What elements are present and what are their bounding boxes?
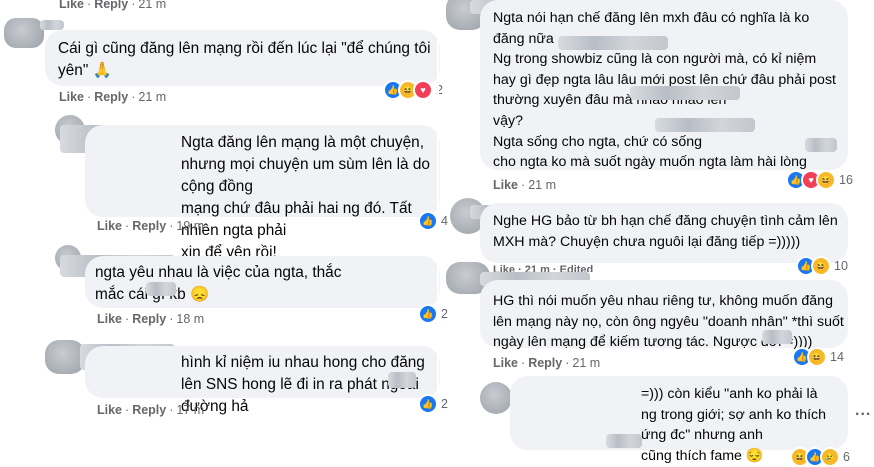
reply-link[interactable]: Reply — [94, 0, 128, 11]
comment-text: Ngta đăng lên mạng là một chuyện, nhưng … — [181, 134, 430, 261]
like-reaction-icon: 👍 — [418, 211, 438, 231]
redacted-text — [388, 372, 416, 388]
haha-reaction-icon: 😆 — [816, 170, 836, 190]
avatar[interactable] — [45, 340, 85, 374]
timestamp: 18 m — [176, 312, 205, 326]
separator: · — [169, 403, 174, 417]
comment-bubble: Ngta nói hạn chế đăng lên mxh đâu có ngh… — [480, 0, 848, 170]
haha-reaction-icon: 😆 — [807, 347, 827, 367]
meta-text: Like · 21 m · Edited — [493, 264, 594, 272]
like-link[interactable]: Like — [59, 90, 84, 104]
reaction-summary[interactable]: 👍 2 — [418, 304, 448, 324]
redacted-text — [630, 86, 740, 100]
comment-bubble: Cái gì cũng đăng lên mạng rồi đến lúc lạ… — [45, 30, 440, 86]
comment-bubble: HG thì nói muốn yêu nhau riêng tư, không… — [480, 280, 848, 350]
comment-bubble: hình kỉ niệm iu nhau hong cho đăng lên S… — [85, 346, 440, 415]
comment-text: HG thì nói muốn yêu nhau riêng tư, không… — [493, 293, 844, 351]
reaction-summary[interactable]: 👍 😆 10 — [796, 256, 848, 276]
reaction-summary[interactable]: 👍 😆 ♥ 2 — [383, 80, 443, 100]
like-link[interactable]: Like — [493, 356, 518, 370]
separator: · — [521, 178, 526, 192]
redacted-text — [558, 36, 668, 50]
reply-link[interactable]: Reply — [94, 90, 128, 104]
reaction-count: 10 — [834, 259, 848, 273]
redacted-text — [146, 282, 176, 296]
like-link[interactable]: Like — [493, 178, 518, 192]
separator: · — [125, 219, 130, 233]
separator: · — [87, 0, 92, 11]
reaction-count: 2 — [441, 397, 448, 411]
reaction-count: 16 — [839, 173, 853, 187]
timestamp: 21 m — [572, 356, 601, 370]
comment-text: Cái gì cũng đăng lên mạng rồi đến lúc lạ… — [58, 40, 431, 79]
panel-divider — [437, 0, 439, 464]
like-link[interactable]: Like — [97, 403, 122, 417]
timestamp: 21 m — [138, 90, 167, 104]
separator: · — [125, 312, 130, 326]
comment-meta: Like · Reply · 17 m — [97, 403, 204, 417]
comment-bubble: Nghe HG bảo từ bh hạn chế đăng chuyện tì… — [480, 203, 848, 263]
avatar[interactable] — [480, 382, 512, 414]
comment-meta: Like · Reply · 18 m — [97, 312, 204, 326]
sad-reaction-icon: 😢 — [820, 447, 840, 467]
timestamp: 21 m — [528, 178, 556, 192]
comment-text: Nghe HG bảo từ bh hạn chế đăng chuyện tì… — [493, 213, 838, 250]
reaction-summary[interactable]: 👍 ♥ 😆 16 — [786, 170, 853, 190]
redacted-text — [762, 330, 792, 344]
like-reaction-icon: 👍 — [418, 304, 438, 324]
redacted-text — [655, 118, 755, 132]
timestamp: 21 m — [138, 0, 167, 11]
separator: · — [131, 0, 136, 11]
comment-bubble: ngta yêu nhau là việc của ngta, thắc mắc… — [85, 256, 440, 308]
reaction-count: 2 — [441, 307, 448, 321]
redacted-text — [805, 138, 837, 152]
comment-bubble: Ngta đăng lên mạng là một chuyện, nhưng … — [85, 125, 440, 261]
like-link[interactable]: Like — [97, 312, 122, 326]
reaction-summary[interactable]: 👍 4 — [418, 211, 448, 231]
love-reaction-icon: ♥ — [413, 80, 433, 100]
separator: · — [131, 90, 136, 104]
comment-meta: Like · 21 m — [493, 178, 556, 192]
reply-link[interactable]: Reply — [132, 403, 166, 417]
separator: · — [521, 356, 526, 370]
timestamp: 19 m — [176, 219, 205, 233]
avatar[interactable] — [4, 18, 44, 48]
reply-link[interactable]: Reply — [132, 219, 166, 233]
like-reaction-icon: 👍 — [418, 394, 438, 414]
redacted-text — [606, 434, 642, 448]
reply-link[interactable]: Reply — [132, 312, 166, 326]
haha-reaction-icon: 😆 — [811, 256, 831, 276]
separator: · — [169, 219, 174, 233]
like-link[interactable]: Like — [59, 0, 84, 11]
comment-meta: Like · Reply · 21 m — [493, 356, 600, 370]
username-redacted — [40, 20, 64, 30]
comment-meta: Like · Reply · 19 m — [97, 219, 204, 233]
reaction-summary[interactable]: 😆 👍 😢 6 — [790, 447, 850, 467]
reply-link[interactable]: Reply — [528, 356, 562, 370]
separator: · — [87, 90, 92, 104]
separator: · — [169, 312, 174, 326]
reaction-summary[interactable]: 👍 2 — [418, 394, 448, 414]
timestamp: 17 m — [176, 403, 205, 417]
separator: · — [565, 356, 570, 370]
reaction-summary[interactable]: 👍 😆 14 — [792, 347, 844, 367]
separator: · — [125, 403, 130, 417]
comment-meta: Like · 21 m · Edited — [493, 264, 593, 272]
more-options-button[interactable]: ... — [855, 402, 871, 420]
like-link[interactable]: Like — [97, 219, 122, 233]
reaction-count: 14 — [830, 350, 844, 364]
reaction-count: 6 — [843, 450, 850, 464]
comment-meta: Like · Reply · 21 m — [59, 90, 166, 104]
reaction-count: 4 — [441, 214, 448, 228]
comment-bubble: =))) còn kiểu "anh ko phải là ng trong g… — [510, 376, 848, 464]
